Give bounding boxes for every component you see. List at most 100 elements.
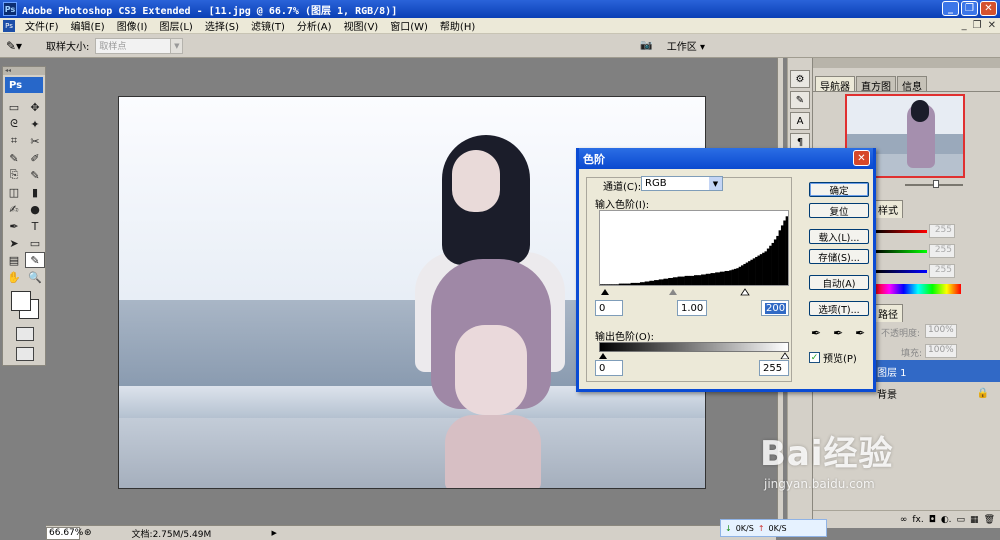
input-gamma-field[interactable]: 1.00 bbox=[677, 300, 707, 316]
workspace-menu[interactable]: 工作区 ▾ bbox=[667, 38, 705, 53]
menu-layer[interactable]: 图层(L) bbox=[153, 18, 198, 33]
output-black-field[interactable]: 0 bbox=[595, 360, 623, 376]
healing-tool-icon[interactable]: ✎ bbox=[4, 150, 24, 166]
menu-window[interactable]: 窗口(W) bbox=[384, 18, 434, 33]
menu-analysis[interactable]: 分析(A) bbox=[291, 18, 338, 33]
input-gamma-slider[interactable] bbox=[669, 289, 677, 295]
marquee-tool-icon[interactable]: ▭ bbox=[4, 99, 24, 115]
output-level-sliders[interactable] bbox=[599, 352, 789, 359]
panel-grip[interactable] bbox=[813, 58, 1000, 68]
output-black-slider[interactable] bbox=[599, 353, 607, 359]
new-group-icon[interactable]: ▭ bbox=[957, 515, 966, 525]
tab-styles[interactable]: 样式 bbox=[873, 200, 903, 218]
brushes-icon[interactable]: ✎ bbox=[790, 91, 810, 109]
layer-row-background[interactable]: 背景 🔒 bbox=[873, 382, 1000, 404]
delete-layer-icon[interactable]: 🗑 bbox=[984, 515, 995, 525]
output-white-field[interactable]: 255 bbox=[759, 360, 789, 376]
document-icon[interactable]: Ps bbox=[3, 19, 15, 32]
white-eyedropper-icon[interactable]: ✒ bbox=[855, 326, 865, 340]
type-tool-icon[interactable]: T bbox=[25, 218, 45, 234]
green-value[interactable]: 255 bbox=[929, 244, 955, 258]
input-black-slider[interactable] bbox=[601, 289, 609, 295]
input-black-field[interactable]: 0 bbox=[595, 300, 623, 316]
notes-tool-icon[interactable]: ▤ bbox=[4, 252, 24, 268]
menu-view[interactable]: 视图(V) bbox=[338, 18, 385, 33]
tab-navigator[interactable]: 导航器 bbox=[815, 76, 855, 93]
screen-mode-button[interactable] bbox=[16, 347, 34, 361]
gray-eyedropper-icon[interactable]: ✒ bbox=[833, 326, 843, 340]
gradient-tool-icon[interactable]: ▮ bbox=[25, 184, 45, 200]
blue-slider[interactable] bbox=[875, 270, 927, 273]
load-button[interactable]: 载入(L)... bbox=[809, 229, 869, 244]
color-spectrum[interactable] bbox=[875, 284, 961, 294]
toolbox-grip[interactable]: ◂◂ bbox=[3, 67, 45, 75]
history-icon[interactable]: ⚙ bbox=[790, 70, 810, 88]
input-level-sliders[interactable] bbox=[599, 288, 789, 296]
auto-button[interactable]: 自动(A) bbox=[809, 275, 869, 290]
layer-row-1[interactable]: 图层 1 bbox=[873, 360, 1000, 382]
menu-select[interactable]: 选择(S) bbox=[199, 18, 245, 33]
new-layer-icon[interactable]: ▦ bbox=[970, 515, 979, 525]
menu-file[interactable]: 文件(F) bbox=[19, 18, 65, 33]
blue-value[interactable]: 255 bbox=[929, 264, 955, 278]
restore-button[interactable]: ❐ bbox=[961, 1, 978, 16]
move-tool-icon[interactable]: ✥ bbox=[25, 99, 45, 115]
sample-size-select[interactable]: 取样点 ▼ bbox=[95, 37, 184, 54]
close-button[interactable]: ✕ bbox=[980, 1, 997, 16]
tab-info[interactable]: 信息 bbox=[897, 76, 927, 93]
path-select-tool-icon[interactable]: ➤ bbox=[4, 235, 24, 251]
minimize-button[interactable]: _ bbox=[942, 1, 959, 16]
green-slider[interactable] bbox=[875, 250, 927, 253]
doc-restore-button[interactable]: ❐ bbox=[973, 20, 982, 31]
foreground-color-swatch[interactable] bbox=[11, 291, 31, 311]
shape-tool-icon[interactable]: ▭ bbox=[25, 235, 45, 251]
zoom-tool-icon[interactable]: 🔍 bbox=[25, 269, 45, 285]
red-slider[interactable] bbox=[875, 230, 927, 233]
toolbox-ps-badge[interactable]: Ps bbox=[5, 77, 43, 93]
preview-checkbox[interactable]: ✓ 预览(P) bbox=[809, 350, 857, 365]
output-white-slider[interactable] bbox=[780, 352, 789, 359]
zoom-level-field[interactable]: 66.67% bbox=[46, 526, 83, 540]
stamp-tool-icon[interactable]: ⎘ bbox=[4, 167, 24, 183]
quick-mask-button[interactable] bbox=[16, 327, 34, 341]
input-white-slider[interactable] bbox=[740, 288, 750, 296]
black-eyedropper-icon[interactable]: ✒ bbox=[811, 326, 821, 340]
character-icon[interactable]: A bbox=[790, 112, 810, 130]
magic-wand-tool-icon[interactable]: ✦ bbox=[25, 116, 45, 132]
dodge-tool-icon[interactable]: ● bbox=[25, 201, 45, 217]
reset-button[interactable]: 复位 bbox=[809, 203, 869, 218]
lasso-tool-icon[interactable]: ᘓ bbox=[4, 116, 24, 132]
navigator-zoom-knob[interactable] bbox=[933, 180, 939, 188]
history-brush-tool-icon[interactable]: ✎ bbox=[25, 167, 45, 183]
slice-tool-icon[interactable]: ✂ bbox=[25, 133, 45, 149]
eyedropper-tool-preset-icon[interactable]: ✎▾ bbox=[6, 36, 34, 56]
menu-image[interactable]: 图像(I) bbox=[111, 18, 154, 33]
menu-edit[interactable]: 编辑(E) bbox=[65, 18, 111, 33]
adjustment-layer-icon[interactable]: ◐. bbox=[941, 515, 952, 525]
zoom-info-icon[interactable]: ⊛ bbox=[84, 528, 92, 538]
save-button[interactable]: 存储(S)... bbox=[809, 249, 869, 264]
status-menu-arrow-icon[interactable]: ▶ bbox=[272, 529, 282, 537]
ok-button[interactable]: 确定 bbox=[809, 182, 869, 197]
doc-close-button[interactable]: ✕ bbox=[988, 20, 996, 31]
hand-tool-icon[interactable]: ✋ bbox=[4, 269, 24, 285]
tab-histogram[interactable]: 直方图 bbox=[856, 76, 896, 93]
pen-tool-icon[interactable]: ✒ bbox=[4, 218, 24, 234]
menu-help[interactable]: 帮助(H) bbox=[434, 18, 481, 33]
tab-paths[interactable]: 路径 bbox=[873, 304, 903, 322]
fill-field[interactable]: 100% bbox=[925, 344, 957, 358]
eyedropper-tool-icon[interactable]: ✎ bbox=[25, 252, 45, 268]
doc-minimize-button[interactable]: _ bbox=[962, 20, 967, 31]
input-white-field[interactable]: 200 bbox=[761, 300, 789, 316]
link-layers-icon[interactable]: ∞ bbox=[900, 515, 908, 525]
options-button[interactable]: 选项(T)... bbox=[809, 301, 869, 316]
layer-mask-icon[interactable]: ◘ bbox=[929, 515, 936, 525]
channel-select[interactable]: RGB ▼ bbox=[641, 176, 723, 191]
eraser-tool-icon[interactable]: ◫ bbox=[4, 184, 24, 200]
opacity-field[interactable]: 100% bbox=[925, 324, 957, 338]
blur-tool-icon[interactable]: ✍ bbox=[4, 201, 24, 217]
levels-close-button[interactable]: ✕ bbox=[853, 150, 870, 166]
bridge-icon[interactable]: 📷 bbox=[640, 40, 652, 51]
layer-style-icon[interactable]: fx. bbox=[912, 515, 923, 525]
brush-tool-icon[interactable]: ✐ bbox=[25, 150, 45, 166]
